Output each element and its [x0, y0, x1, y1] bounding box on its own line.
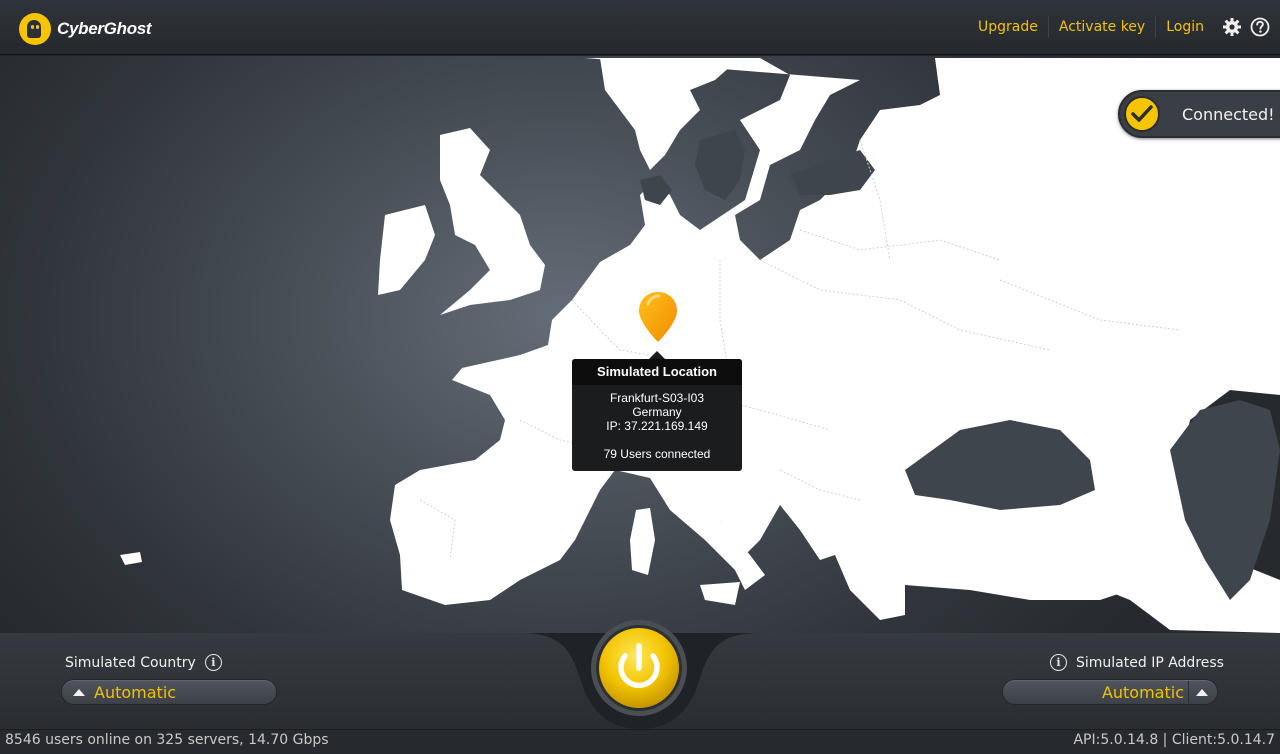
tooltip-users: 79 Users connected: [603, 447, 711, 461]
version-info: API:5.0.14.8 | Client:5.0.14.7: [1073, 732, 1275, 748]
activate-key-link[interactable]: Activate key: [1049, 15, 1155, 39]
europe-map[interactable]: Connected! Simulated Location Frankfurt-…: [0, 56, 1280, 634]
location-tooltip: Simulated Location Frankfurt-S03-I03 Ger…: [572, 351, 742, 471]
simulated-ip-value: Automatic: [1101, 682, 1184, 702]
app-name: CyberGhost: [57, 19, 152, 38]
ghost-logo-icon: [19, 13, 51, 45]
map-pin-icon[interactable]: [637, 290, 679, 344]
help-icon[interactable]: [1250, 17, 1270, 37]
power-icon[interactable]: [589, 618, 689, 718]
top-nav: Upgrade Activate key Login: [968, 14, 1270, 40]
tooltip-ip: IP: 37.221.169.149: [606, 419, 708, 433]
simulated-ip-label: i Simulated IP Address: [1050, 654, 1224, 671]
server-stats: 8546 users online on 325 servers, 14.70 …: [5, 732, 329, 748]
logo: CyberGhost: [19, 13, 152, 45]
tooltip-title: Simulated Location: [572, 359, 742, 385]
simulated-ip-label-text: Simulated IP Address: [1076, 654, 1224, 671]
map-land: [120, 58, 1280, 633]
login-link[interactable]: Login: [1156, 15, 1214, 39]
top-bar: CyberGhost Upgrade Activate key Login: [0, 0, 1280, 55]
simulated-ip-select[interactable]: Automatic: [1002, 679, 1218, 705]
connection-status-badge: Connected!: [1118, 90, 1280, 138]
simulated-country-label-text: Simulated Country: [65, 654, 196, 671]
simulated-country-select[interactable]: Automatic: [61, 679, 277, 705]
check-icon: [1124, 96, 1160, 132]
gear-icon[interactable]: [1222, 17, 1242, 37]
info-icon[interactable]: i: [1050, 654, 1067, 671]
chevron-up-icon: [66, 681, 92, 703]
connection-status-text: Connected!: [1182, 104, 1275, 124]
chevron-up-icon: [1188, 681, 1214, 703]
simulated-country-value: Automatic: [94, 682, 177, 702]
tooltip-country: Germany: [632, 405, 682, 419]
info-icon[interactable]: i: [204, 654, 222, 671]
tooltip-server: Frankfurt-S03-I03: [609, 391, 705, 405]
simulated-country-label: Simulated Country i: [65, 654, 222, 671]
app-window: CyberGhost Upgrade Activate key Login Co…: [0, 0, 1280, 754]
status-bar: 8546 users online on 325 servers, 14.70 …: [0, 729, 1280, 754]
upgrade-link[interactable]: Upgrade: [968, 15, 1048, 39]
